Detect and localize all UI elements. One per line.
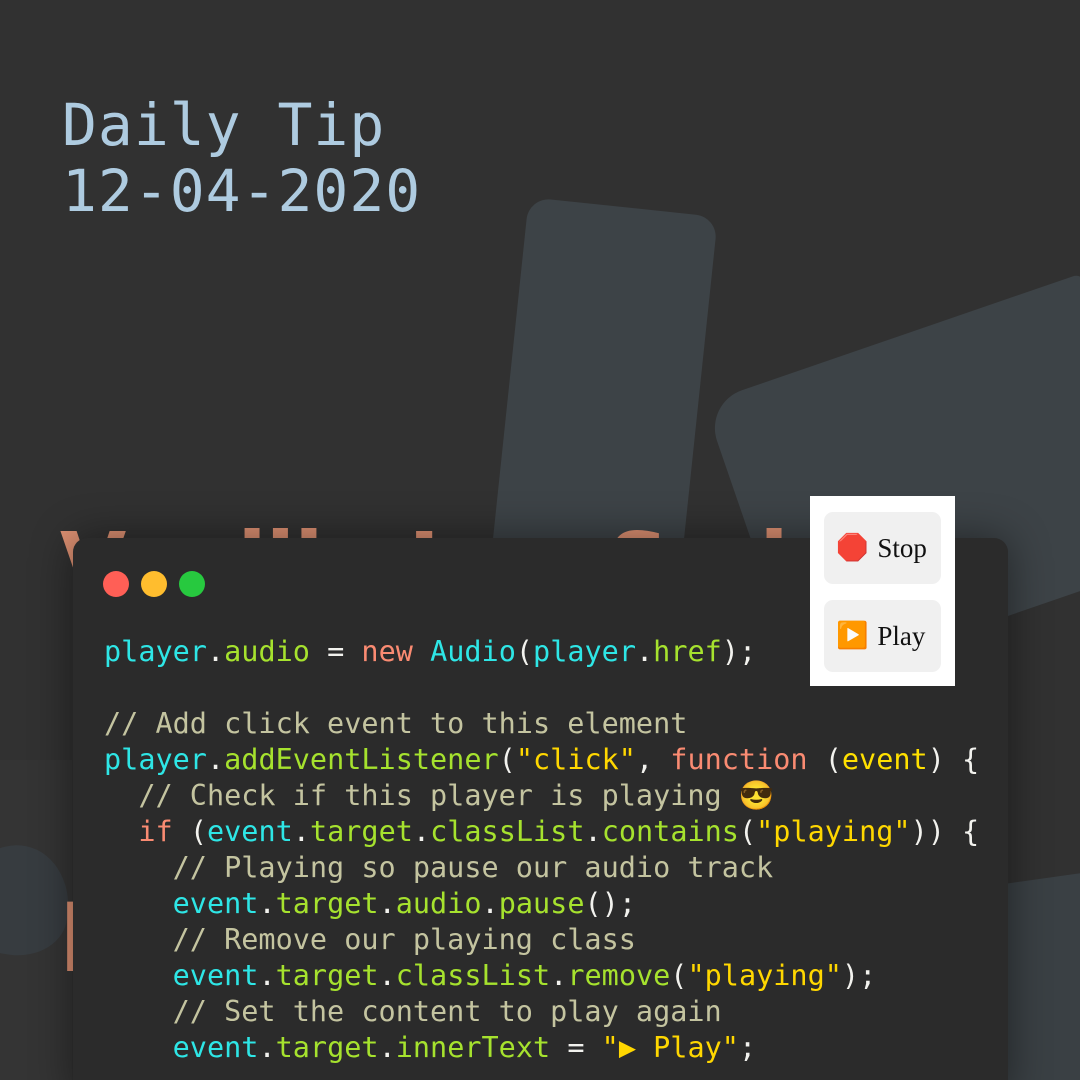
code-token: . bbox=[206, 635, 225, 668]
code-line: // Remove our playing class bbox=[104, 922, 979, 958]
stop-button-label: Stop bbox=[877, 532, 927, 563]
code-line: event.target.classList.remove("playing")… bbox=[104, 958, 979, 994]
close-dot-icon[interactable] bbox=[103, 571, 129, 597]
code-token: . bbox=[584, 815, 602, 848]
code-token: target bbox=[275, 887, 379, 920]
code-token: . bbox=[635, 635, 654, 668]
code-token: if bbox=[138, 815, 173, 848]
maximize-dot-icon[interactable] bbox=[179, 571, 205, 597]
code-token: // Remove our playing class bbox=[104, 923, 636, 956]
code-token: "playing" bbox=[687, 959, 842, 992]
code-token: // Add click event to this element bbox=[104, 707, 688, 740]
code-token: . bbox=[206, 743, 225, 776]
code-token: "playing" bbox=[756, 815, 911, 848]
code-line: // Set the content to play again bbox=[104, 994, 979, 1030]
code-token: function bbox=[670, 743, 808, 776]
code-token: ; bbox=[738, 1031, 757, 1064]
code-token: // Playing so pause our audio track bbox=[104, 851, 774, 884]
code-token: . bbox=[412, 815, 431, 848]
code-token: ( bbox=[738, 815, 757, 848]
code-token: . bbox=[550, 959, 568, 992]
code-token: // Set the content to play again bbox=[104, 995, 722, 1028]
code-token: target bbox=[275, 959, 379, 992]
code-token: addEventListener bbox=[224, 743, 499, 776]
code-token: . bbox=[292, 815, 310, 848]
code-token: )) { bbox=[910, 815, 980, 848]
code-token: target bbox=[275, 1031, 379, 1064]
code-token: , bbox=[635, 743, 671, 776]
code-token: target bbox=[309, 815, 413, 848]
code-token: . bbox=[481, 887, 499, 920]
code-token: "▶ Play" bbox=[601, 1031, 739, 1064]
code-token: = bbox=[550, 1031, 602, 1064]
code-token: ); bbox=[841, 959, 877, 992]
code-token: . bbox=[258, 887, 276, 920]
code-token: event bbox=[172, 959, 259, 992]
code-token: . bbox=[258, 1031, 276, 1064]
code-token: contains bbox=[601, 815, 739, 848]
code-line: // Playing so pause our audio track bbox=[104, 850, 979, 886]
code-token: . bbox=[378, 959, 396, 992]
code-token: . bbox=[378, 887, 396, 920]
code-line: // Check if this player is playing 😎 bbox=[104, 778, 979, 814]
code-token: audio bbox=[395, 887, 482, 920]
code-token: event bbox=[206, 815, 293, 848]
code-token: ( bbox=[670, 959, 688, 992]
code-token: href bbox=[653, 635, 722, 668]
minimize-dot-icon[interactable] bbox=[141, 571, 167, 597]
code-line: event.target.audio.pause(); bbox=[104, 886, 979, 922]
code-token: ) { bbox=[927, 743, 980, 776]
header: Daily Tip 12-04-2020 bbox=[62, 92, 421, 224]
code-block: player.audio = new Audio(player.href); /… bbox=[104, 634, 979, 1066]
code-token: "click" bbox=[515, 743, 636, 776]
code-token: ( bbox=[515, 635, 534, 668]
stop-button[interactable]: 🛑 Stop bbox=[824, 512, 941, 584]
code-token: new bbox=[361, 635, 413, 668]
code-token: (); bbox=[584, 887, 636, 920]
audio-player-widget: 🛑 Stop ▶️ Play bbox=[810, 496, 955, 686]
code-line: if (event.target.classList.contains("pla… bbox=[104, 814, 979, 850]
code-token: classList bbox=[395, 959, 551, 992]
code-token: player bbox=[533, 635, 636, 668]
code-token: classList bbox=[430, 815, 585, 848]
play-icon: ▶️ bbox=[836, 621, 869, 650]
code-token: // Check if this player is playing 😎 bbox=[104, 779, 775, 812]
code-token: ( bbox=[498, 743, 516, 776]
code-token: remove bbox=[567, 959, 671, 992]
play-button-label: Play bbox=[877, 620, 926, 651]
code-token: player bbox=[104, 635, 207, 668]
code-token: . bbox=[258, 959, 276, 992]
code-line: player.addEventListener("click", functio… bbox=[104, 742, 979, 778]
stop-icon: 🛑 bbox=[836, 533, 869, 562]
slide-canvas: Daily Tip 12-04-2020 Vanilla JavaScript … bbox=[0, 0, 1080, 1080]
code-line: // Add click event to this element bbox=[104, 706, 979, 742]
code-token: . bbox=[378, 1031, 396, 1064]
code-token: ( bbox=[172, 815, 207, 848]
code-line: event.target.innerText = "▶ Play"; bbox=[104, 1030, 979, 1066]
code-token: = bbox=[309, 635, 362, 668]
daily-tip-label: Daily Tip bbox=[62, 91, 386, 159]
daily-tip-date: 12-04-2020 bbox=[62, 157, 422, 225]
code-token: ); bbox=[721, 635, 757, 668]
play-button[interactable]: ▶️ Play bbox=[824, 600, 941, 672]
code-token: Audio bbox=[430, 635, 516, 668]
code-token: pause bbox=[498, 887, 585, 920]
code-token: player bbox=[104, 743, 207, 776]
code-token: event bbox=[841, 743, 928, 776]
code-token: event bbox=[172, 1031, 259, 1064]
code-token: audio bbox=[224, 635, 310, 668]
code-token: innerText bbox=[395, 1031, 551, 1064]
code-token: ( bbox=[807, 743, 842, 776]
code-token: event bbox=[172, 887, 259, 920]
